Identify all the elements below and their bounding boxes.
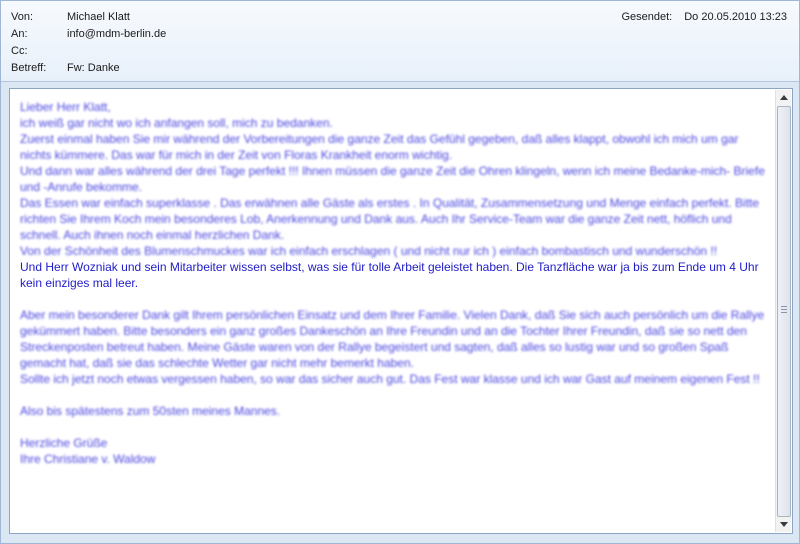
subject-value: Fw: Danke <box>67 62 120 74</box>
message-line: ich weiß gar nicht wo ich anfangen soll,… <box>20 116 333 130</box>
sent-value: Do 20.05.2010 13:23 <box>684 11 787 23</box>
subject-label: Betreff: <box>11 62 47 74</box>
scroll-down-button[interactable] <box>776 517 791 532</box>
message-line: Und dann war alles während der drei Tage… <box>20 164 765 194</box>
from-value[interactable]: Michael Klatt <box>67 9 130 26</box>
scroll-up-icon <box>779 95 788 100</box>
scroll-up-button[interactable] <box>776 90 791 105</box>
message-line: Das Essen war einfach superklasse . Das … <box>20 196 760 242</box>
blurred-section-1: Lieber Herr Klatt, ich weiß gar nicht wo… <box>20 99 770 259</box>
highlighted-paragraph: Und Herr Wozniak und sein Mitarbeiter wi… <box>20 260 759 290</box>
sent-row: Gesendet: Do 20.05.2010 13:23 <box>621 9 787 26</box>
signature-line: Ihre Christiane v. Waldow <box>20 452 156 466</box>
message-line: Lieber Herr Klatt, <box>20 100 111 114</box>
email-window: Von: Michael Klatt An: info@mdm-berlin.de … <box>0 0 800 544</box>
message-line: Also bis spätestens zum 50sten meines Ma… <box>20 404 281 418</box>
subject-row: Betreff: Fw: Danke <box>11 60 120 77</box>
message-line: Von der Schönheit des Blumenschmuckes wa… <box>20 244 718 258</box>
from-row: Von: Michael Klatt <box>11 9 130 26</box>
closing-line: Herzliche Grüße <box>20 436 108 450</box>
blurred-section-2: Aber mein besonderer Dank gilt Ihrem per… <box>20 307 770 467</box>
from-label: Von: <box>11 11 34 23</box>
message-line: Sollte ich jetzt noch etwas vergessen ha… <box>20 372 760 386</box>
cc-label: Cc: <box>11 45 28 57</box>
message-text: Lieber Herr Klatt, ich weiß gar nicht wo… <box>20 99 770 467</box>
message-line: Aber mein besonderer Dank gilt Ihrem per… <box>20 308 765 370</box>
message-line: Zuerst einmal haben Sie mir während der … <box>20 132 739 162</box>
to-label: An: <box>11 28 28 40</box>
scrollbar-thumb[interactable] <box>777 106 791 517</box>
to-value[interactable]: info@mdm-berlin.de <box>67 26 166 43</box>
sent-label: Gesendet: <box>621 11 673 23</box>
email-header: Von: Michael Klatt An: info@mdm-berlin.de … <box>1 1 799 82</box>
to-row: An: info@mdm-berlin.de <box>11 26 166 43</box>
vertical-scrollbar[interactable] <box>775 90 791 532</box>
scroll-down-icon <box>779 522 788 527</box>
grip-icon <box>781 306 787 313</box>
cc-row: Cc: <box>11 43 67 60</box>
message-body[interactable]: Lieber Herr Klatt, ich weiß gar nicht wo… <box>9 88 793 534</box>
